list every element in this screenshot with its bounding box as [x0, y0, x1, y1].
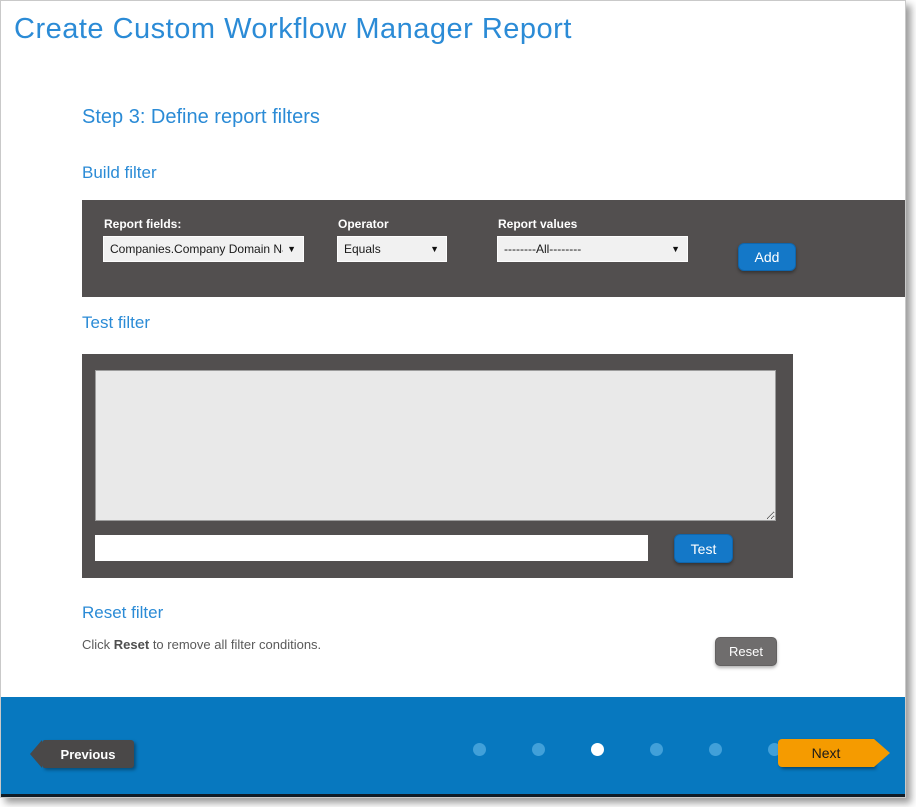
report-values-select[interactable]: --------All-------- ▼ [497, 236, 688, 262]
add-button[interactable]: Add [738, 243, 796, 271]
report-values-selected-value: --------All-------- [498, 242, 667, 256]
page-title: Create Custom Workflow Manager Report [14, 13, 572, 46]
test-filter-panel: Test [82, 354, 793, 578]
report-fields-select[interactable]: Companies.Company Domain Na ▼ [103, 236, 304, 262]
wizard-footer-bar: Previous Next [1, 697, 905, 797]
reset-hint-text: Click Reset to remove all filter conditi… [82, 637, 321, 652]
reset-button[interactable]: Reset [715, 637, 777, 666]
step-dot-5[interactable] [709, 743, 722, 756]
step-dots [473, 743, 781, 756]
reset-hint-prefix: Click [82, 637, 114, 652]
operator-select[interactable]: Equals ▼ [337, 236, 447, 262]
next-button[interactable]: Next [778, 739, 874, 767]
wizard-card: Create Custom Workflow Manager Report St… [0, 0, 906, 798]
build-filter-heading: Build filter [82, 163, 157, 183]
step-heading: Step 3: Define report filters [82, 106, 320, 129]
chevron-down-icon: ▼ [426, 244, 446, 254]
report-fields-label: Report fields: [104, 217, 181, 231]
reset-filter-heading: Reset filter [82, 603, 163, 623]
step-dot-2[interactable] [532, 743, 545, 756]
operator-label: Operator [338, 217, 389, 231]
report-values-label: Report values [498, 217, 577, 231]
filter-preview-textarea[interactable] [95, 370, 776, 521]
operator-selected-value: Equals [338, 242, 426, 256]
step-dot-3[interactable] [591, 743, 604, 756]
test-button[interactable]: Test [674, 534, 733, 563]
chevron-down-icon: ▼ [667, 244, 687, 254]
test-value-input[interactable] [95, 535, 648, 561]
step-dot-4[interactable] [650, 743, 663, 756]
reset-hint-bold: Reset [114, 637, 149, 652]
previous-button[interactable]: Previous [42, 740, 134, 768]
step-dot-1[interactable] [473, 743, 486, 756]
chevron-down-icon: ▼ [283, 244, 303, 254]
test-filter-heading: Test filter [82, 313, 150, 333]
build-filter-panel: Report fields: Companies.Company Domain … [82, 200, 905, 297]
report-fields-selected-value: Companies.Company Domain Na [104, 242, 283, 256]
reset-hint-suffix: to remove all filter conditions. [149, 637, 321, 652]
